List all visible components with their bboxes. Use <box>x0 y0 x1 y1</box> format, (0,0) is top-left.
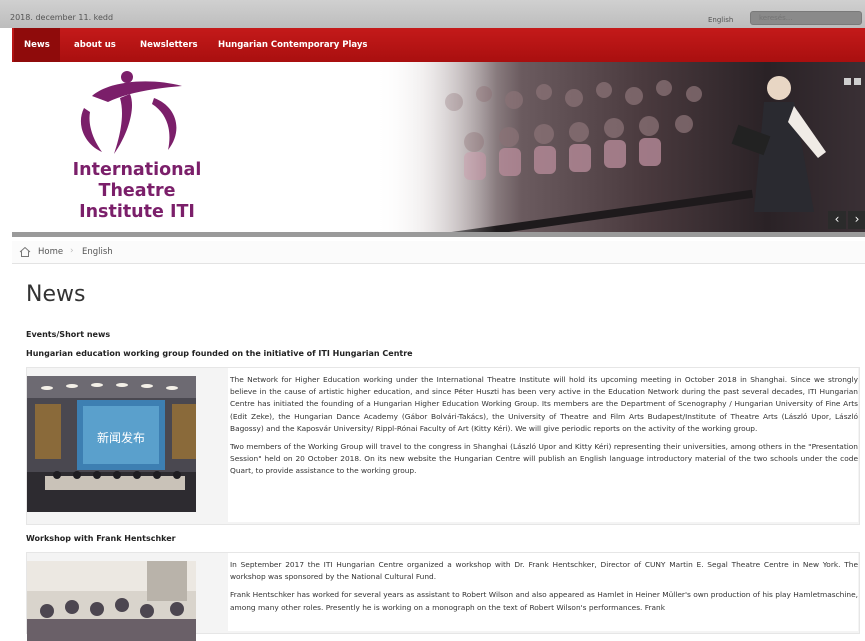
logo-line-2: Theatre <box>98 181 176 201</box>
article-image[interactable]: 新闻发布 <box>27 376 196 512</box>
article-title[interactable]: Workshop with Frank Hentschker <box>26 534 176 543</box>
screen-text: 新闻发布 <box>97 430 145 445</box>
nav-item-about-us[interactable]: about us <box>64 28 126 62</box>
article-paragraph: In September 2017 the ITI Hungarian Cent… <box>230 560 858 582</box>
iti-logo-icon[interactable] <box>72 68 202 160</box>
breadcrumb-home[interactable]: Home <box>38 247 63 257</box>
header-banner: International Theatre Institute ITI ‹ › <box>12 62 865 232</box>
article-paragraph: Frank Hentschker has worked for several … <box>230 590 858 612</box>
breadcrumb-separator: › <box>70 246 74 256</box>
current-date: 2018. december 11. kedd <box>10 13 114 22</box>
article-paragraph: Two members of the Working Group will tr… <box>230 442 858 476</box>
breadcrumb-current: English <box>82 247 113 257</box>
slider-dot[interactable] <box>844 78 851 85</box>
article-body: In September 2017 the ITI Hungarian Cent… <box>228 553 858 631</box>
home-icon[interactable] <box>19 246 31 258</box>
article-card: In September 2017 the ITI Hungarian Cent… <box>26 552 860 641</box>
workshop-photo <box>27 561 196 641</box>
nav-item-news[interactable]: News <box>14 28 60 62</box>
nav-item-hungarian-plays[interactable]: Hungarian Contemporary Plays <box>208 28 377 62</box>
article-paragraph: The Network for Higher Education working… <box>230 375 858 433</box>
conference-photo: 新闻发布 <box>27 376 196 512</box>
article-body: The Network for Higher Education working… <box>228 368 858 522</box>
logo-line-3: Institute ITI <box>79 202 195 222</box>
top-bar: 2018. december 11. kedd English <box>0 0 865 28</box>
theatre-photo: ‹ › <box>374 62 865 232</box>
search-input[interactable] <box>750 11 862 25</box>
slider-dots <box>841 70 861 89</box>
section-label: Events/Short news <box>26 330 111 339</box>
page-title: News <box>26 282 86 307</box>
logo-line-1: International <box>72 160 202 180</box>
article-title[interactable]: Hungarian education working group founde… <box>26 349 413 358</box>
article-card: 新闻发布 The Network for Higher Education wo… <box>26 367 860 525</box>
banner-divider <box>12 232 865 237</box>
slider-next-button[interactable]: › <box>848 211 865 229</box>
article-image[interactable] <box>27 561 196 641</box>
nav-item-newsletters[interactable]: Newsletters <box>130 28 208 62</box>
slider-prev-button[interactable]: ‹ <box>828 211 846 229</box>
slider-dot[interactable] <box>854 78 861 85</box>
audience-illustration <box>374 62 865 232</box>
breadcrumb: Home › English <box>12 241 865 264</box>
logo-title: International Theatre Institute ITI <box>57 160 217 223</box>
main-nav: News about us Newsletters Hungarian Cont… <box>12 28 865 64</box>
language-link[interactable]: English <box>708 16 733 24</box>
